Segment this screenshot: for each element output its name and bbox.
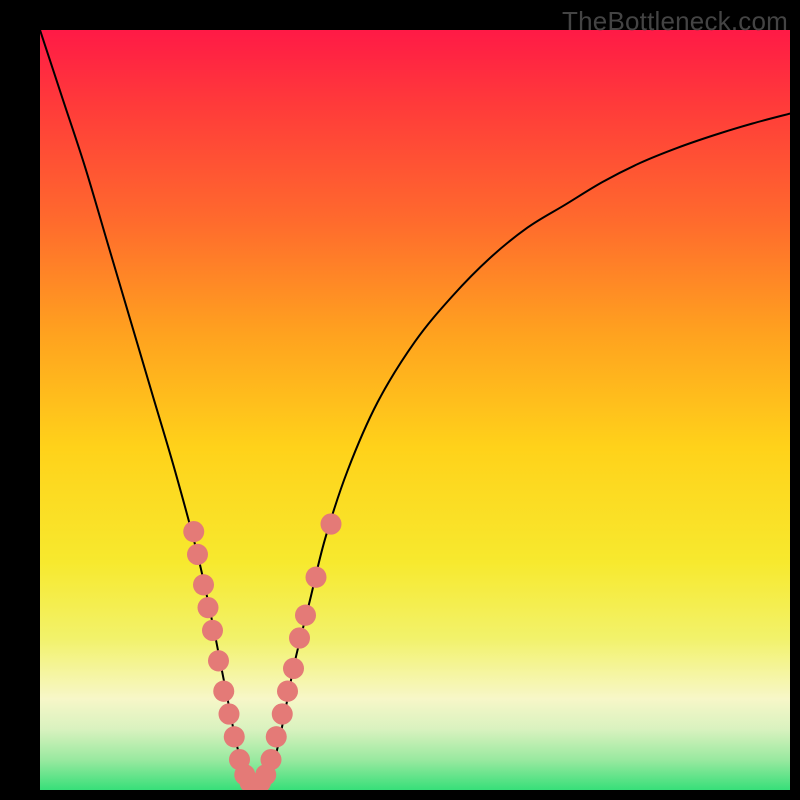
dot bbox=[283, 658, 304, 679]
dot bbox=[266, 726, 287, 747]
dot bbox=[193, 574, 214, 595]
dot bbox=[208, 650, 229, 671]
dot bbox=[261, 749, 282, 770]
dot bbox=[187, 544, 208, 565]
dot bbox=[219, 703, 240, 724]
dot bbox=[224, 726, 245, 747]
dot bbox=[295, 605, 316, 626]
dot bbox=[198, 597, 219, 618]
dot bbox=[305, 567, 326, 588]
dot bbox=[272, 703, 293, 724]
dot bbox=[183, 521, 204, 542]
dot bbox=[213, 681, 234, 702]
chart-frame: TheBottleneck.com bbox=[0, 0, 800, 800]
plot-area bbox=[40, 30, 790, 790]
watermark-text: TheBottleneck.com bbox=[562, 6, 788, 37]
near-optimal-dots bbox=[183, 513, 341, 790]
bottleneck-curve bbox=[40, 30, 790, 786]
dot bbox=[202, 620, 223, 641]
dot bbox=[320, 513, 341, 534]
dot bbox=[277, 681, 298, 702]
chart-svg bbox=[40, 30, 790, 790]
dot bbox=[289, 627, 310, 648]
